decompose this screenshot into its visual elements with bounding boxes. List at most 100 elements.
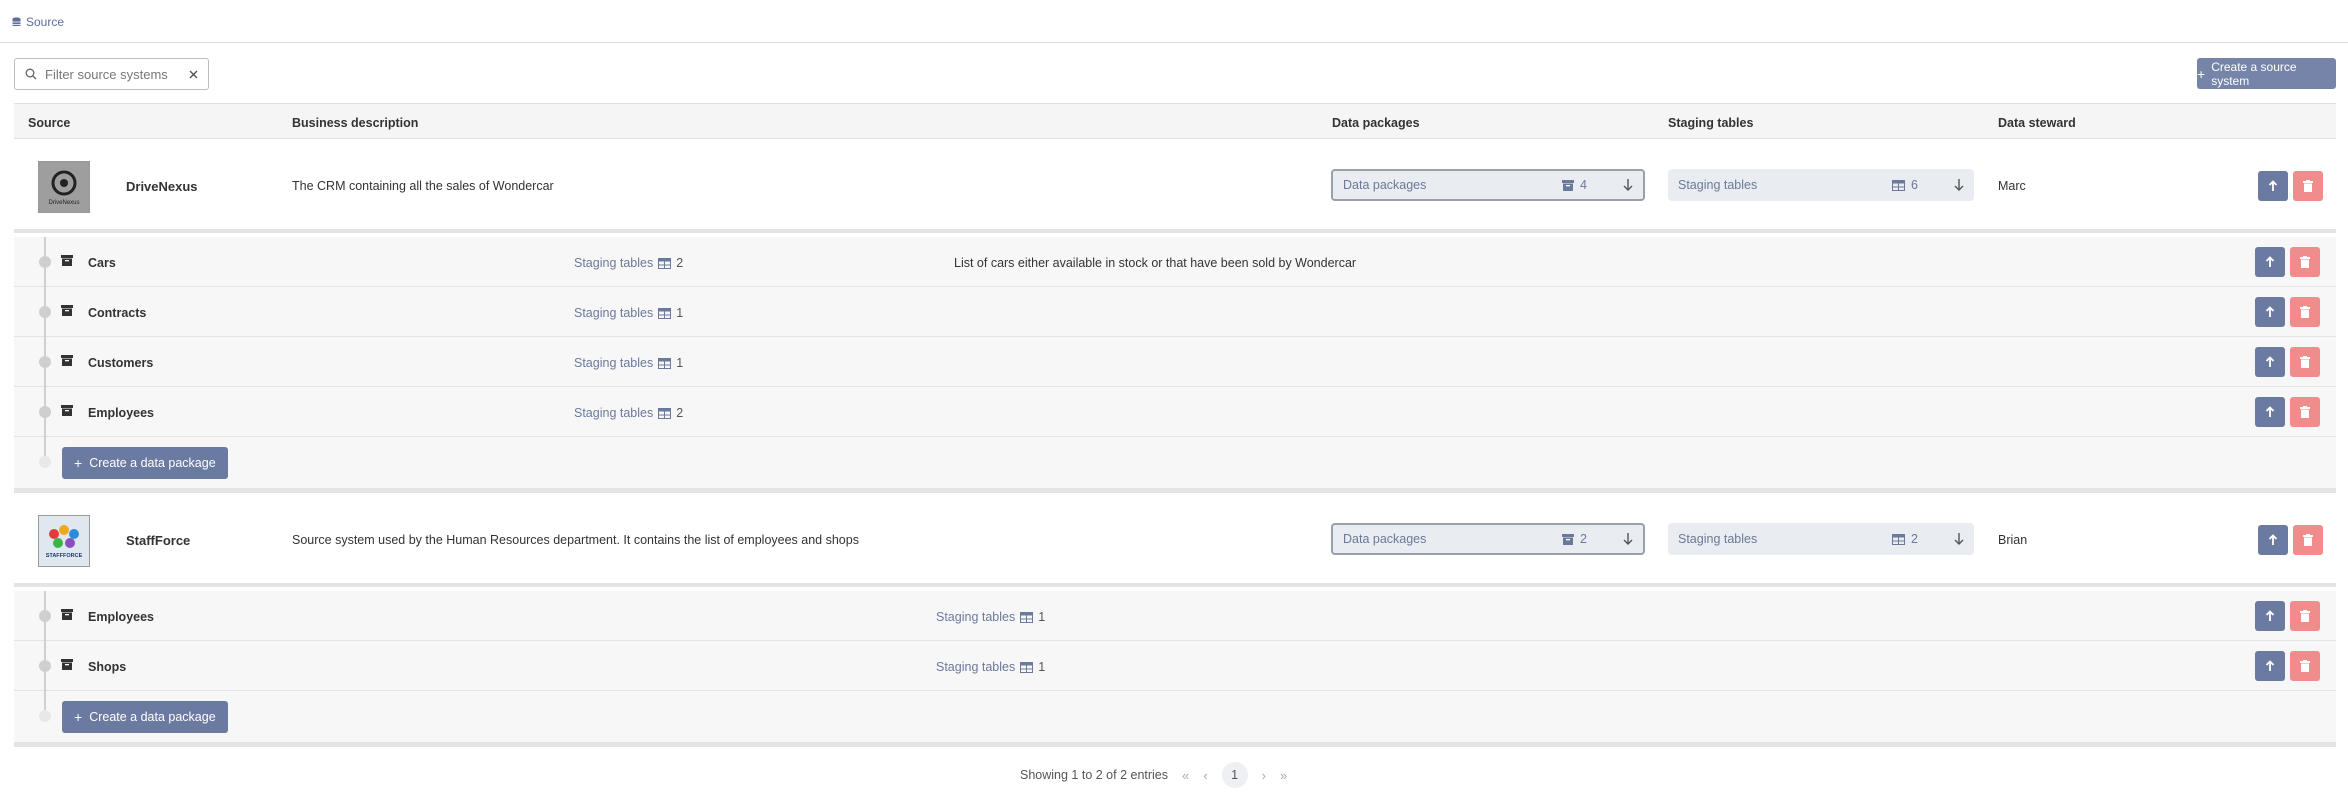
tree-node [39, 456, 51, 468]
staging-tables-link[interactable]: Staging tables 1 [574, 356, 683, 370]
table-icon [1892, 179, 1906, 191]
arrow-down-icon [1623, 533, 1633, 545]
create-package-row: + Create a data package [14, 437, 2336, 489]
staging-tables-dropdown[interactable]: Staging tables 2 [1668, 523, 1974, 555]
staging-tables-link[interactable]: Staging tables 1 [936, 660, 1045, 674]
header-divider [0, 42, 2348, 43]
staging-tables-count: 2 [1911, 532, 1918, 546]
promote-button[interactable] [2255, 601, 2285, 631]
delete-button[interactable] [2290, 247, 2320, 277]
staging-tables-link[interactable]: Staging tables 2 [574, 406, 683, 420]
promote-button[interactable] [2255, 347, 2285, 377]
package-row[interactable]: Shops Staging tables 1 [14, 641, 2336, 691]
data-packages-label: Data packages [1343, 532, 1427, 546]
breadcrumb[interactable]: Source [12, 14, 64, 30]
last-page-button[interactable]: » [1280, 768, 1287, 783]
arrow-up-icon [2265, 306, 2275, 317]
arrow-down-icon [1623, 179, 1633, 191]
staging-tables-dropdown[interactable]: Staging tables 6 [1668, 169, 1974, 201]
source-logo: STAFFFORCE [38, 515, 90, 567]
source-name[interactable]: DriveNexus [126, 179, 198, 194]
package-row[interactable]: Contracts Staging tables 1 [14, 287, 2336, 337]
create-package-row: + Create a data package [14, 691, 2336, 743]
promote-button[interactable] [2255, 247, 2285, 277]
data-steward: Marc [1998, 179, 2026, 193]
archive-icon [61, 609, 73, 620]
archive-icon [61, 405, 73, 416]
page-button[interactable]: 1 [1221, 762, 1248, 788]
col-source: Source [28, 116, 71, 130]
plus-icon: + [74, 455, 83, 471]
promote-button[interactable] [2258, 171, 2288, 201]
tree-node [39, 256, 51, 268]
staging-tables-link[interactable]: Staging tables 1 [574, 306, 683, 320]
pagination-summary: Showing 1 to 2 of 2 entries [1020, 768, 1169, 782]
delete-button[interactable] [2290, 601, 2320, 631]
first-page-button[interactable]: « [1182, 768, 1189, 783]
search-placeholder: Filter source systems [45, 66, 168, 82]
delete-button[interactable] [2290, 297, 2320, 327]
delete-button[interactable] [2293, 171, 2323, 201]
package-name[interactable]: Shops [88, 660, 126, 674]
trash-icon [2300, 306, 2310, 318]
package-description: List of cars either available in stock o… [954, 256, 1357, 270]
clear-icon[interactable] [189, 70, 198, 79]
package-name[interactable]: Customers [88, 356, 153, 370]
create-data-package-button[interactable]: + Create a data package [62, 447, 228, 479]
trash-icon [2303, 534, 2313, 546]
package-row[interactable]: Customers Staging tables 1 [14, 337, 2336, 387]
data-packages-label: Data packages [1343, 178, 1427, 192]
col-staging-tables: Staging tables [1668, 116, 1754, 130]
svg-text:STAFFFORCE: STAFFFORCE [46, 553, 83, 559]
source-description: Source system used by the Human Resource… [292, 533, 859, 547]
table-icon [1892, 533, 1906, 545]
delete-button[interactable] [2290, 397, 2320, 427]
table-icon [1020, 611, 1034, 623]
promote-button[interactable] [2255, 297, 2285, 327]
promote-button[interactable] [2255, 651, 2285, 681]
tree-node [39, 406, 51, 418]
arrow-up-icon [2265, 660, 2275, 671]
data-packages-count: 4 [1580, 178, 1587, 192]
plus-icon: + [2197, 65, 2206, 82]
package-row[interactable]: Employees Staging tables 2 [14, 387, 2336, 437]
table-icon [1020, 661, 1034, 673]
search-icon [25, 68, 37, 80]
data-packages-dropdown[interactable]: Data packages 2 [1331, 523, 1645, 555]
package-row[interactable]: Cars Staging tables 2 List of cars either… [14, 237, 2336, 287]
source-row[interactable]: DriveNexus DriveNexus The CRM containing… [14, 139, 2336, 233]
source-row[interactable]: STAFFFORCE StaffForce Source system used… [14, 493, 2336, 587]
package-name[interactable]: Contracts [88, 306, 146, 320]
delete-button[interactable] [2290, 347, 2320, 377]
package-row[interactable]: Employees Staging tables 1 [14, 591, 2336, 641]
table-icon [658, 407, 672, 419]
package-name[interactable]: Employees [88, 406, 154, 420]
package-name[interactable]: Cars [88, 256, 116, 270]
delete-button[interactable] [2290, 651, 2320, 681]
create-data-package-button[interactable]: + Create a data package [62, 701, 228, 733]
data-steward: Brian [1998, 533, 2028, 547]
create-source-button[interactable]: + Create a source system [2197, 58, 2336, 89]
search-input[interactable]: Filter source systems [14, 58, 209, 90]
source-name[interactable]: StaffForce [126, 533, 190, 548]
prev-page-button[interactable]: ‹ [1203, 768, 1207, 783]
staging-tables-link[interactable]: Staging tables 1 [936, 610, 1045, 624]
promote-button[interactable] [2258, 525, 2288, 555]
arrow-up-icon [2265, 356, 2275, 367]
staging-tables-link[interactable]: Staging tables 2 [574, 256, 683, 270]
archive-icon [61, 305, 73, 316]
table-icon [658, 307, 672, 319]
plus-icon: + [74, 709, 83, 725]
promote-button[interactable] [2255, 397, 2285, 427]
create-source-label: Create a source system [2211, 59, 2297, 88]
package-name[interactable]: Employees [88, 610, 154, 624]
archive-icon [61, 355, 73, 366]
arrow-down-icon [1954, 179, 1964, 191]
delete-button[interactable] [2293, 525, 2323, 555]
archive-icon [1562, 179, 1575, 191]
next-page-button[interactable]: › [1262, 768, 1266, 783]
svg-text:DriveNexus: DriveNexus [48, 200, 79, 206]
data-packages-dropdown[interactable]: Data packages 4 [1331, 169, 1645, 201]
table-header: Source Business description Data package… [14, 103, 2336, 139]
source-table: Source Business description Data package… [14, 103, 2336, 753]
